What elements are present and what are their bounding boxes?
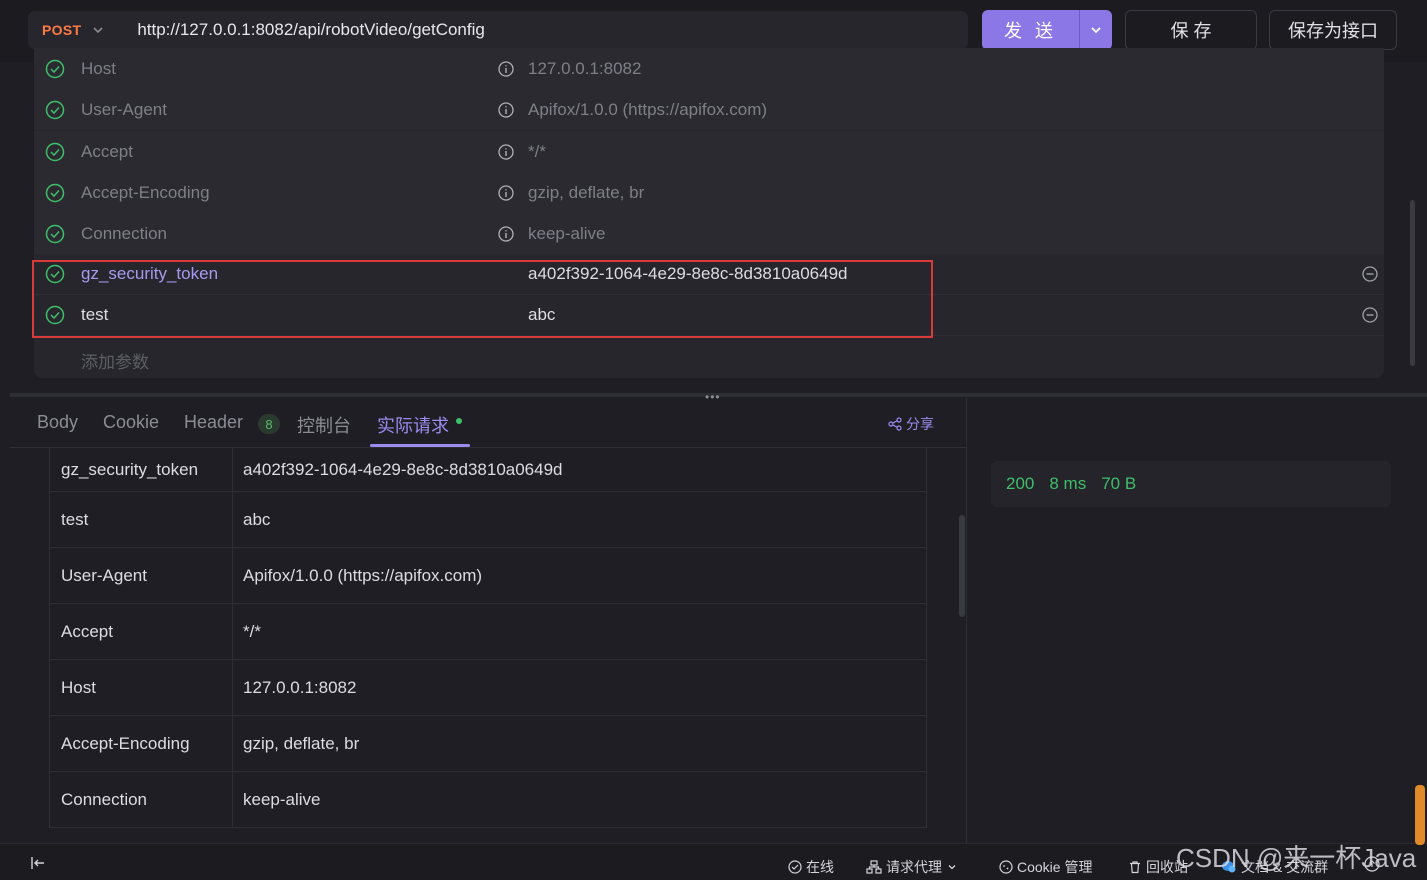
table-row: Connection keep-alive bbox=[50, 772, 926, 828]
auto-header-row: Host 127.0.0.1:8082 bbox=[34, 48, 1384, 89]
online-label: 在线 bbox=[806, 859, 834, 875]
proxy-label: 请求代理 bbox=[886, 859, 942, 875]
check-circle-icon[interactable] bbox=[45, 183, 65, 203]
table-row: Host 127.0.0.1:8082 bbox=[50, 660, 926, 716]
chevron-down-icon bbox=[948, 865, 956, 870]
param-key: Accept bbox=[81, 141, 133, 161]
param-key: Connection bbox=[81, 223, 168, 243]
table-row: gz_security_token a402f392-1064-4e29-8e8… bbox=[50, 448, 926, 492]
send-button[interactable]: 发 送 bbox=[982, 10, 1080, 50]
tab-actual-request[interactable]: 实际请求 bbox=[377, 412, 449, 438]
table-row: test abc bbox=[50, 492, 926, 548]
check-circle-icon bbox=[788, 860, 802, 874]
response-size: 70 B bbox=[1101, 474, 1137, 493]
auto-header-row: User-Agent Apifox/1.0.0 (https://apifox.… bbox=[34, 89, 1384, 130]
watermark: CSDN @来一杯Java bbox=[1176, 843, 1417, 873]
response-time: 8 ms bbox=[1049, 474, 1087, 493]
add-param-input[interactable]: 添加参数 bbox=[81, 348, 149, 373]
actual-request-table: gz_security_token a402f392-1064-4e29-8e8… bbox=[49, 448, 927, 828]
header-key: test bbox=[50, 492, 233, 547]
scrollbar[interactable] bbox=[1415, 785, 1425, 845]
check-circle-icon[interactable] bbox=[45, 142, 65, 162]
online-status[interactable]: 在线 bbox=[788, 857, 834, 877]
chevron-down-icon[interactable] bbox=[91, 23, 105, 37]
url-input[interactable]: http://127.0.0.1:8082/api/robotVideo/get… bbox=[137, 20, 485, 40]
request-proxy-menu[interactable]: 请求代理 bbox=[866, 857, 958, 877]
header-key: Accept bbox=[50, 604, 233, 659]
param-value: keep-alive bbox=[528, 223, 606, 243]
response-tabs: Body Cookie Header 8 控制台 实际请求 分享 bbox=[10, 398, 966, 448]
share-button[interactable]: 分享 bbox=[888, 414, 934, 434]
param-value: */* bbox=[528, 141, 546, 161]
scrollbar[interactable] bbox=[959, 515, 965, 617]
tab-console[interactable]: 控制台 bbox=[297, 412, 351, 438]
header-key: Host bbox=[50, 660, 233, 715]
header-value: 127.0.0.1:8082 bbox=[243, 677, 357, 697]
table-row: Accept */* bbox=[50, 604, 926, 660]
remove-circle-icon[interactable] bbox=[1362, 307, 1378, 323]
cookie-manager[interactable]: Cookie 管理 bbox=[999, 857, 1092, 877]
param-value: Apifox/1.0.0 (https://apifox.com) bbox=[528, 99, 768, 119]
check-circle-icon[interactable] bbox=[45, 100, 65, 120]
info-icon bbox=[498, 60, 514, 77]
status-dot bbox=[456, 418, 462, 424]
param-key: User-Agent bbox=[81, 99, 167, 119]
highlight-annotation bbox=[32, 260, 933, 338]
param-key: Host bbox=[81, 58, 116, 78]
auto-header-row: Connection keep-alive bbox=[34, 213, 1384, 254]
table-row: Accept-Encoding gzip, deflate, br bbox=[50, 716, 926, 772]
tab-body[interactable]: Body bbox=[37, 412, 78, 433]
save-button[interactable]: 保 存 bbox=[1125, 10, 1257, 50]
scrollbar[interactable] bbox=[1410, 200, 1415, 366]
header-value: Apifox/1.0.0 (https://apifox.com) bbox=[243, 565, 483, 585]
header-key: Connection bbox=[50, 772, 233, 827]
info-icon bbox=[498, 101, 514, 118]
check-circle-icon[interactable] bbox=[45, 224, 65, 244]
table-row: User-Agent Apifox/1.0.0 (https://apifox.… bbox=[50, 548, 926, 604]
param-value: 127.0.0.1:8082 bbox=[528, 58, 642, 78]
url-input-box[interactable]: POST http://127.0.0.1:8082/api/robotVide… bbox=[28, 11, 968, 49]
header-value: a402f392-1064-4e29-8e8c-8d3810a0649d bbox=[243, 459, 563, 479]
share-icon bbox=[888, 417, 902, 431]
tab-header[interactable]: Header bbox=[184, 412, 243, 433]
cookie-icon bbox=[999, 860, 1013, 874]
auto-header-row: Accept */* bbox=[34, 131, 1384, 172]
trash-icon bbox=[1130, 861, 1140, 874]
active-tab-indicator bbox=[370, 444, 470, 447]
header-value: gzip, deflate, br bbox=[243, 733, 360, 753]
auto-header-row: Accept-Encoding gzip, deflate, br bbox=[34, 172, 1384, 213]
header-value: keep-alive bbox=[243, 789, 321, 809]
tab-cookie[interactable]: Cookie bbox=[103, 412, 159, 433]
method-select[interactable]: POST bbox=[42, 22, 81, 38]
send-button-group: 发 送 bbox=[982, 10, 1112, 50]
chevron-down-icon bbox=[1091, 27, 1101, 34]
check-circle-icon[interactable] bbox=[45, 59, 65, 79]
response-status: 200 8 ms 70 B bbox=[991, 461, 1391, 507]
header-value: abc bbox=[243, 509, 271, 529]
header-key: gz_security_token bbox=[50, 448, 233, 491]
network-icon bbox=[866, 860, 882, 874]
param-key: Accept-Encoding bbox=[81, 182, 210, 202]
collapse-sidebar-icon[interactable] bbox=[30, 855, 46, 871]
header-count-badge: 8 bbox=[258, 414, 280, 434]
remove-circle-icon[interactable] bbox=[1362, 266, 1378, 282]
info-icon bbox=[498, 143, 514, 160]
save-as-api-button[interactable]: 保存为接口 bbox=[1269, 10, 1397, 50]
share-label: 分享 bbox=[906, 416, 934, 432]
status-code: 200 bbox=[1006, 474, 1035, 493]
param-value: gzip, deflate, br bbox=[528, 182, 645, 202]
send-options-button[interactable] bbox=[1080, 10, 1112, 50]
header-key: Accept-Encoding bbox=[50, 716, 233, 771]
info-icon bbox=[498, 225, 514, 242]
info-icon bbox=[498, 184, 514, 201]
header-key: User-Agent bbox=[50, 548, 233, 603]
panel-divider bbox=[966, 398, 967, 843]
cookie-label: Cookie 管理 bbox=[1017, 859, 1093, 875]
header-value: */* bbox=[243, 621, 261, 641]
